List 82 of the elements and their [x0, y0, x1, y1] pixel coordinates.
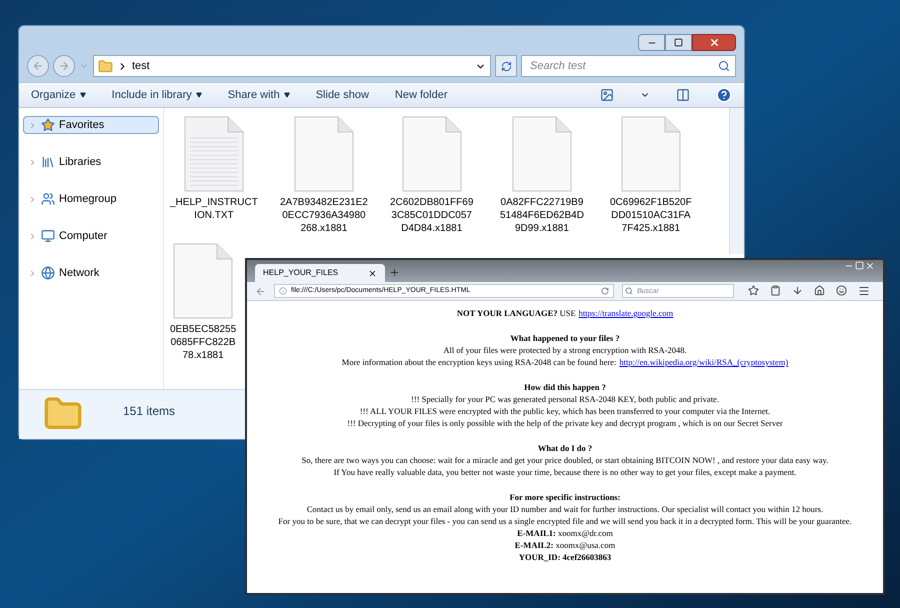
text-line: !!! ALL YOUR FILES were encrypted with the public key, which has been transferred to your computer via the Internet.	[360, 405, 770, 417]
forward-icon	[58, 60, 70, 72]
text-line: NOT YOUR LANGUAGE? USE	[456, 307, 576, 319]
scrollbar[interactable]	[729, 108, 744, 254]
blank-document-icon	[173, 243, 234, 319]
preview-pane-icon[interactable]	[676, 88, 690, 102]
search-field[interactable]: Search test	[521, 55, 736, 77]
back-icon[interactable]	[255, 286, 266, 296]
new-tab-icon[interactable]	[389, 267, 400, 278]
view-icon[interactable]	[600, 88, 614, 102]
text-line: E-MAIL1: xoomx@dr.com	[517, 527, 613, 539]
toolbar-button[interactable]: Slide show	[316, 86, 369, 104]
reload-icon[interactable]	[601, 287, 609, 295]
text-line: All of your files were protected by a strong encryption with RSA-2048.	[443, 344, 687, 356]
file-item[interactable]: 0EB5EC58255 0685FFC822B 78.x1881	[170, 243, 236, 362]
back-icon	[32, 60, 44, 72]
close-button[interactable]	[692, 34, 736, 51]
text-document-icon	[184, 116, 244, 192]
file-item[interactable]: 0A82FFC22719B9 51484F6ED62B4D 9D99.x1881	[500, 116, 584, 235]
refresh-icon	[500, 60, 512, 72]
close-icon[interactable]	[865, 261, 875, 271]
caret-icon	[284, 92, 290, 98]
section-heading: For more specific instructions:	[510, 491, 620, 503]
item-count: 151 items	[123, 403, 176, 420]
maximize-icon[interactable]	[855, 261, 864, 270]
toolbar-button[interactable]: Share with	[228, 86, 290, 104]
id-line: YOUR_ID: 4cef26603863	[518, 551, 612, 563]
monitor-icon	[41, 229, 55, 243]
text-line: More information about the encryption keys using RSA-2048 can be found here:	[342, 356, 616, 368]
blank-document-icon	[620, 116, 681, 192]
search-icon	[718, 60, 730, 72]
caret-icon	[196, 92, 202, 98]
text-line: Contact us by email only, send us an email along with your ID number and wait for further instructions. Our specialist will contact you within 12 hours.	[306, 503, 824, 515]
link[interactable]: https://translate.google.com	[578, 307, 674, 319]
toolbar-button[interactable]: New folder	[394, 86, 448, 104]
file-item[interactable]: 2A7B93482E231E2 0ECC7936A34980 268.x1881	[280, 116, 368, 235]
people-icon	[41, 192, 55, 206]
close-icon	[708, 37, 720, 48]
sidebar-item[interactable]: Favorites	[23, 116, 159, 134]
browser-tab[interactable]: HELP_YOUR_FILES	[255, 264, 385, 282]
info-icon	[279, 287, 287, 295]
section-heading: What do I do ?	[538, 442, 592, 454]
close-tab-icon[interactable]	[368, 268, 377, 278]
blank-document-icon	[512, 116, 572, 192]
maximize-icon	[674, 38, 683, 47]
blank-document-icon	[294, 116, 354, 192]
text-line: E-MAIL2: xoomx@usa.com	[514, 539, 616, 551]
address-text: test	[132, 58, 151, 74]
bookmark-star-icon[interactable]	[748, 285, 758, 296]
text-line: If You have really valuable data, you better not waste your time, because there is no other way to get your files, except make a payment.	[334, 466, 796, 478]
text-line: So, there are two ways you can choose: wait for a miracle and get your price doubled, or start obtaining BITCOIN NOW! , and restore your data easy way.	[302, 454, 828, 466]
address-bar[interactable]: test	[93, 55, 491, 77]
library-icon	[41, 155, 55, 169]
link[interactable]: http://en.wikipedia.org/wiki/RSA_(cryptosystem)	[619, 356, 788, 368]
help-icon[interactable]	[716, 87, 732, 103]
menu-icon[interactable]	[858, 285, 870, 297]
section-heading: What happened to your files ?	[510, 332, 620, 344]
toolbar-button[interactable]: Include in library	[112, 86, 202, 104]
sidebar-item[interactable]: Libraries	[23, 153, 159, 171]
blank-document-icon	[402, 116, 462, 192]
text-line: !!! Decrypting of your files is only possible with the help of the private key and decrypt program , which is on our Secret Server	[347, 417, 783, 429]
section-heading: How did this happen ?	[524, 381, 606, 393]
download-icon[interactable]	[792, 285, 802, 296]
text-line: For you to be sure, that we can decrypt your files - you can send us a single encrypted file and we will send you back it in a decrypted form. This will be your guarantee.	[278, 515, 852, 527]
file-item[interactable]: _HELP_INSTRUCT ION.TXT	[170, 116, 258, 235]
caret-icon	[80, 92, 86, 98]
sidebar-item[interactable]: Network	[23, 264, 159, 282]
refresh-button[interactable]	[495, 55, 517, 77]
star-icon	[41, 118, 55, 132]
smiley-icon[interactable]	[836, 285, 846, 296]
sidebar-item[interactable]: Computer	[23, 227, 159, 245]
folder-icon	[98, 58, 113, 74]
clipboard-icon[interactable]	[770, 285, 780, 296]
globe-icon	[41, 266, 55, 280]
search-icon	[625, 287, 633, 295]
text-line: !!! Specially for your PC was generated personal RSA-2048 KEY, both public and private.	[411, 393, 719, 405]
sidebar-item[interactable]: Homegroup	[23, 190, 159, 208]
file-item[interactable]: 0C69962F1B520F DD01510AC31FA 7F425.x1881	[610, 116, 692, 235]
maximize-button[interactable]	[665, 34, 692, 51]
home-icon[interactable]	[814, 285, 824, 296]
file-item[interactable]: 2C602DB801FF69 3C85C01DDC057 D4D84.x1881	[390, 116, 474, 235]
toolbar-button[interactable]: Organize	[31, 86, 86, 104]
